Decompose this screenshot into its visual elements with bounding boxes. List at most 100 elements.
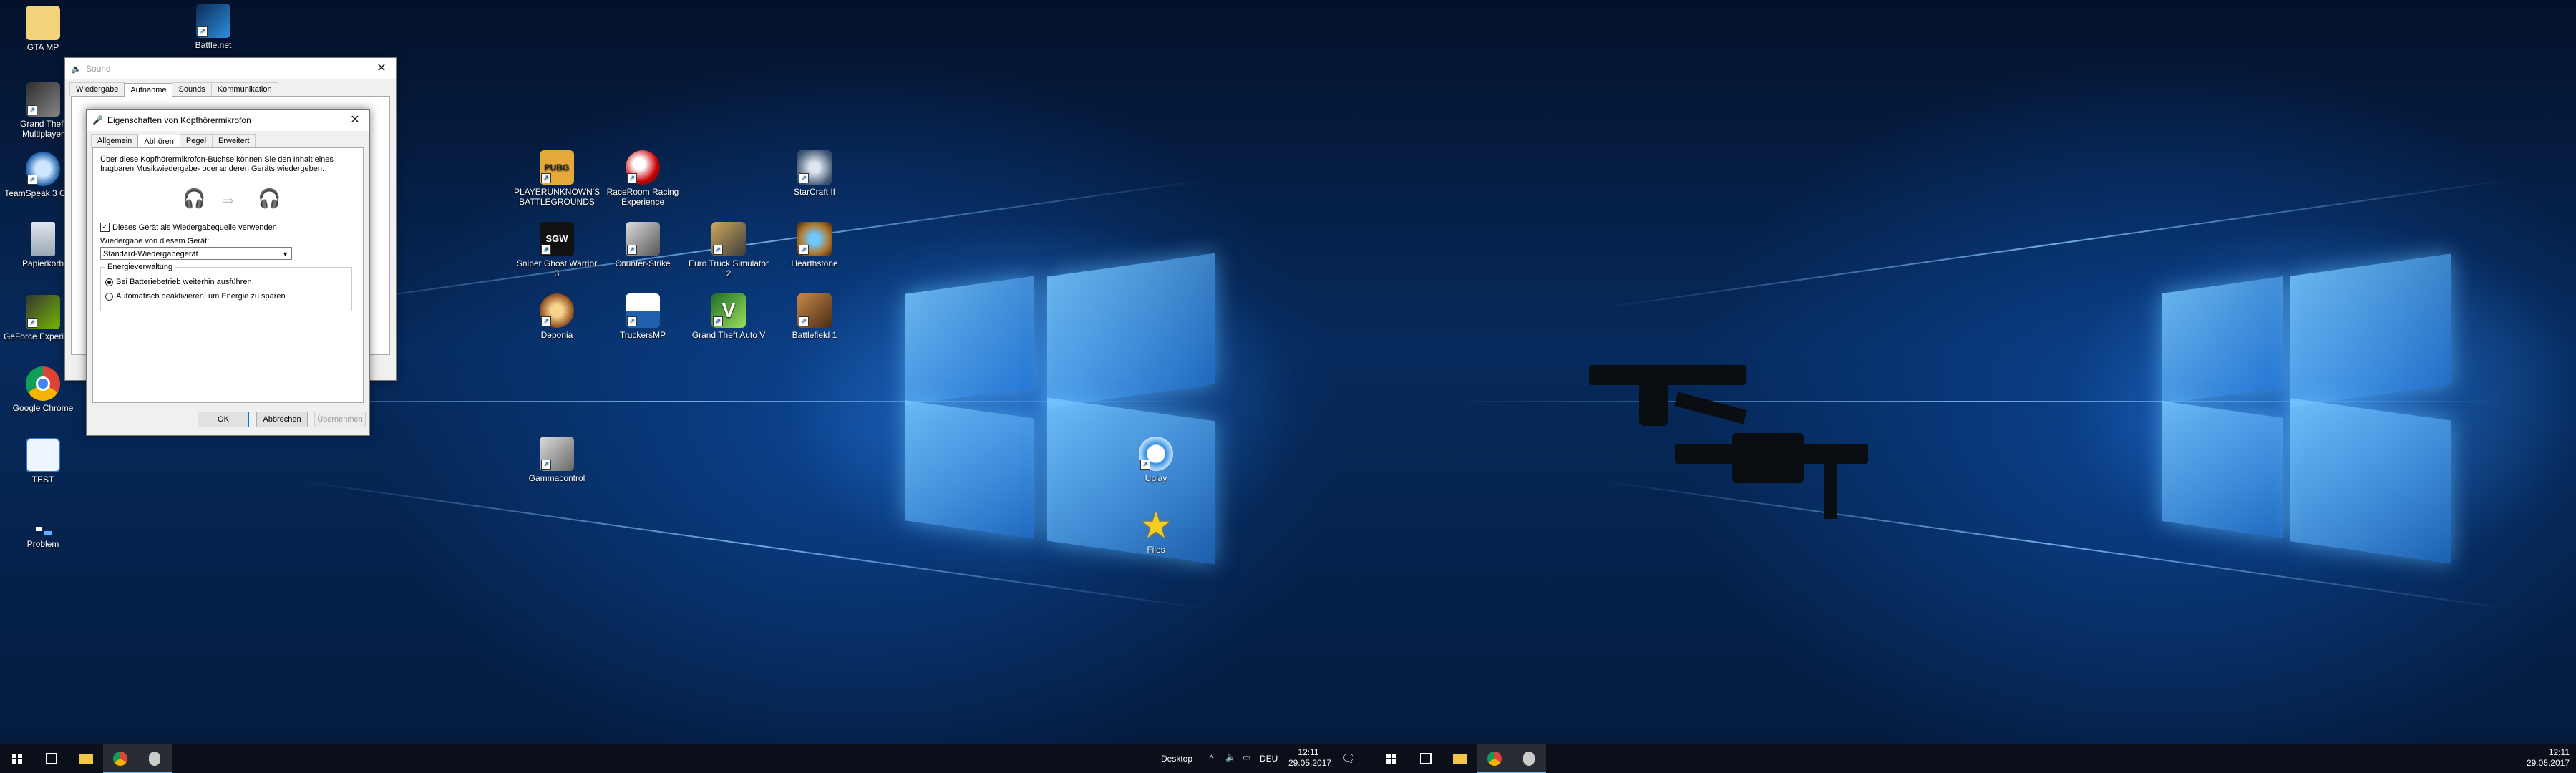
desktop-icon-raceroom[interactable]: ↗ RaceRoom Racing Experience bbox=[600, 150, 686, 207]
desktop-icon-counter-strike[interactable]: ↗ Counter-Strike bbox=[600, 222, 686, 268]
tab-aufnahme[interactable]: Aufnahme bbox=[124, 83, 173, 97]
arrow-right-icon: ⇒ bbox=[222, 193, 234, 209]
tab-wiedergabe[interactable]: Wiedergabe bbox=[69, 82, 125, 96]
power-group-label: Energieverwaltung bbox=[105, 263, 175, 271]
clock-date: 29.05.2017 bbox=[2526, 758, 2570, 768]
action-center-icon[interactable]: 🗨 bbox=[1341, 752, 1356, 766]
radio-button[interactable] bbox=[105, 292, 113, 301]
windows-start-icon bbox=[12, 754, 22, 764]
taskbar-chrome[interactable] bbox=[1477, 744, 1512, 773]
desktop-icon-gammacontrol[interactable]: ↗ Gammacontrol bbox=[514, 437, 600, 483]
tab-abhoeren[interactable]: Abhören bbox=[137, 135, 180, 148]
tray-overflow-chevron-icon[interactable]: ^ bbox=[1210, 753, 1214, 763]
clock[interactable]: 12:11 29.05.2017 bbox=[2519, 747, 2570, 769]
radio-auto-disable-label: Automatisch deaktivieren, um Energie zu … bbox=[116, 292, 286, 301]
clock-time: 12:11 bbox=[2548, 747, 2570, 757]
taskbar-app[interactable] bbox=[137, 744, 172, 773]
desktop-icon-deponia[interactable]: ↗ Deponia bbox=[514, 293, 600, 340]
playback-source-checkbox-label: Dieses Gerät als Wiedergabequelle verwen… bbox=[112, 223, 277, 232]
uplay-icon: ↗ bbox=[1139, 437, 1173, 471]
language-indicator[interactable]: DEU bbox=[1260, 754, 1278, 764]
desktop-icon-starcraft[interactable]: ↗ StarCraft II bbox=[772, 150, 857, 197]
sound-close-button[interactable]: ✕ bbox=[367, 58, 396, 79]
desktop-icon-pubg[interactable]: PUBG ↗ PLAYERUNKNOWN'S BATTLEGROUNDS bbox=[514, 150, 600, 207]
playback-device-select[interactable]: Standard-Wiedergabegerät ▼ bbox=[100, 247, 292, 260]
tab-allgemein[interactable]: Allgemein bbox=[91, 134, 139, 147]
properties-close-button[interactable]: ✕ bbox=[341, 110, 369, 131]
playback-source-checkbox[interactable]: ✓ bbox=[100, 223, 110, 232]
desktop-icon-problem[interactable]: Problem bbox=[0, 522, 86, 549]
headset-icon: 🎧 bbox=[183, 188, 206, 209]
desktop-icon-uplay[interactable]: ↗ Uplay bbox=[1113, 437, 1199, 483]
apply-button[interactable]: Übernehmen bbox=[314, 412, 366, 427]
test-icon bbox=[26, 438, 60, 472]
tab-sounds[interactable]: Sounds bbox=[172, 82, 212, 96]
folder-icon bbox=[79, 754, 93, 764]
sound-titlebar[interactable]: 🔈 Sound ✕ bbox=[65, 58, 396, 79]
radio-auto-disable[interactable]: Automatisch deaktivieren, um Energie zu … bbox=[105, 292, 286, 301]
properties-title: Eigenschaften von Kopfhörermikrofon bbox=[107, 115, 251, 125]
truckersmp-icon: ↗ bbox=[626, 293, 660, 328]
desktop-icon-battlenet[interactable]: ↗ Battle.net bbox=[170, 4, 256, 50]
chrome-icon bbox=[26, 366, 60, 401]
taskbar-store[interactable] bbox=[34, 744, 69, 773]
problem-icon bbox=[26, 522, 60, 537]
desktop-icon-battlefield[interactable]: ↗ Battlefield 1 bbox=[772, 293, 857, 340]
folder-icon bbox=[1453, 754, 1467, 764]
app-icon bbox=[149, 752, 160, 766]
gammacontrol-icon: ↗ bbox=[540, 437, 574, 471]
ets2-icon: ↗ bbox=[711, 222, 746, 256]
desktop-icon-euro-truck-simulator[interactable]: ↗ Euro Truck Simulator 2 bbox=[686, 222, 772, 278]
chevron-down-icon: ▼ bbox=[282, 251, 288, 258]
taskbar-file-explorer[interactable] bbox=[1443, 744, 1477, 773]
start-button[interactable] bbox=[1374, 744, 1409, 773]
properties-titlebar[interactable]: 🎤 Eigenschaften von Kopfhörermikrofon ✕ bbox=[87, 110, 369, 131]
pubg-icon: PUBG ↗ bbox=[540, 150, 574, 185]
radio-keep-running[interactable]: Bei Batteriebetrieb weiterhin ausführen bbox=[105, 278, 252, 286]
tab-erweitert[interactable]: Erweitert bbox=[212, 134, 256, 147]
store-icon bbox=[1420, 753, 1432, 764]
store-icon bbox=[46, 753, 57, 764]
desktop-icon-truckersmp[interactable]: ↗ TruckersMP bbox=[600, 293, 686, 340]
radio-button-selected[interactable] bbox=[105, 278, 113, 286]
start-button[interactable] bbox=[0, 744, 34, 773]
ok-button[interactable]: OK bbox=[198, 412, 249, 427]
folder-icon bbox=[26, 6, 60, 40]
clock-time: 12:11 bbox=[1298, 747, 1319, 757]
taskbar-chrome[interactable] bbox=[103, 744, 137, 773]
recycle-bin-icon bbox=[31, 222, 55, 256]
sound-icon: 🔈 bbox=[71, 64, 82, 74]
abhoeren-tab-body: Über diese Kopfhörermikrofon-Buchse könn… bbox=[92, 147, 364, 403]
desktop-icon-gta-v[interactable]: V ↗ Grand Theft Auto V bbox=[686, 293, 772, 340]
star-icon: ★ bbox=[1139, 505, 1172, 545]
desktop-toolbar-label[interactable]: Desktop bbox=[1161, 754, 1192, 764]
taskbar-right: 12:11 29.05.2017 bbox=[1374, 744, 2576, 773]
tab-kommunikation[interactable]: Kommunikation bbox=[210, 82, 278, 96]
battlenet-icon: ↗ bbox=[196, 4, 230, 38]
taskbar-app[interactable] bbox=[1512, 744, 1546, 773]
desktop-icon-sniper-ghost-warrior[interactable]: SGW ↗ Sniper Ghost Warrior 3 bbox=[514, 222, 600, 278]
clock[interactable]: 12:11 29.05.2017 bbox=[1288, 747, 1332, 769]
clock-date: 29.05.2017 bbox=[1288, 758, 1332, 768]
network-icon[interactable]: ▭ bbox=[1243, 752, 1250, 762]
cancel-button[interactable]: Abbrechen bbox=[256, 412, 308, 427]
desktop-icon-test[interactable]: TEST bbox=[0, 438, 86, 485]
device-graphic: 🎧 ⇒ 🎧 bbox=[183, 188, 283, 212]
taskbar-file-explorer[interactable] bbox=[69, 744, 103, 773]
abhoeren-description: Über diese Kopfhörermikrofon-Buchse könn… bbox=[100, 155, 334, 173]
teamspeak-icon: ↗ bbox=[26, 152, 60, 186]
sgw-icon: SGW ↗ bbox=[540, 222, 574, 256]
desktop-icon-gta-mp[interactable]: GTA MP bbox=[0, 6, 86, 52]
hearthstone-icon: ↗ bbox=[797, 222, 832, 256]
desktop-icon-hearthstone[interactable]: ↗ Hearthstone bbox=[772, 222, 857, 268]
taskbar-left: Desktop ^ 🔈 ▭ DEU 12:11 29.05.2017 🗨 bbox=[0, 744, 1374, 773]
playback-source-checkbox-row[interactable]: ✓ Dieses Gerät als Wiedergabequelle verw… bbox=[100, 223, 277, 232]
desktop-left-monitor: GTA MP ↗ Grand Theft Multiplayer ↗ TeamS… bbox=[0, 0, 1374, 773]
sound-title: Sound bbox=[85, 64, 111, 74]
desktop-icon-files[interactable]: ★ Files bbox=[1113, 505, 1199, 555]
tab-pegel[interactable]: Pegel bbox=[179, 134, 213, 147]
properties-dialog[interactable]: 🎤 Eigenschaften von Kopfhörermikrofon ✕ … bbox=[86, 109, 370, 436]
volume-icon[interactable]: 🔈 bbox=[1225, 752, 1236, 762]
taskbar-store[interactable] bbox=[1409, 744, 1443, 773]
playback-device-label: Wiedergabe von diesem Gerät: bbox=[100, 237, 210, 245]
